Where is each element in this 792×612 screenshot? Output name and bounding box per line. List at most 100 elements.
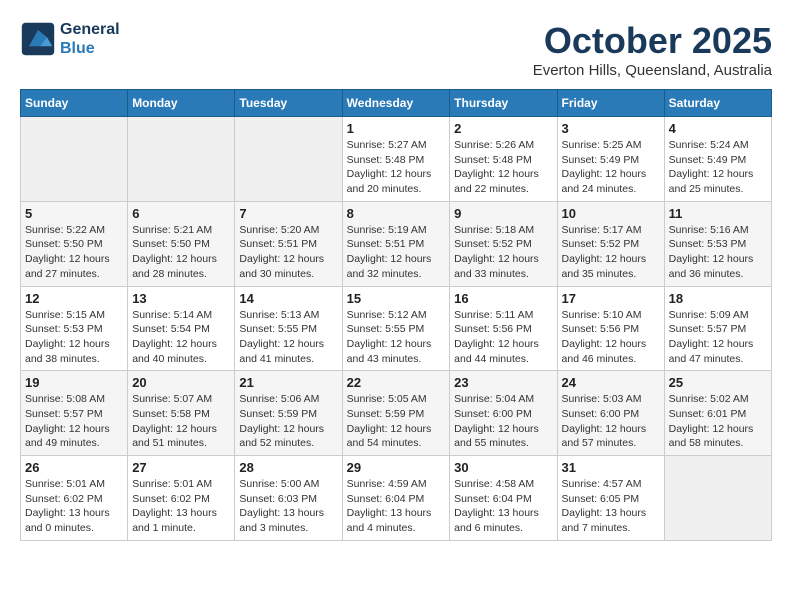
day-number: 29: [347, 460, 446, 475]
day-cell: 20 Sunrise: 5:07 AM Sunset: 5:58 PM Dayli…: [128, 371, 235, 456]
day-cell: 10Sunrise: 5:17 AM Sunset: 5:52 PM Dayli…: [557, 201, 664, 286]
header-thursday: Thursday: [450, 90, 557, 117]
day-number: 20: [132, 375, 230, 390]
day-number: 16: [454, 291, 552, 306]
day-cell: 4 Sunrise: 5:24 AM Sunset: 5:49 PM Daylig…: [664, 117, 771, 202]
day-cell: 17Sunrise: 5:10 AM Sunset: 5:56 PM Dayli…: [557, 286, 664, 371]
title-section: October 2025 Everton Hills, Queensland, …: [533, 20, 772, 79]
logo-text: General Blue: [60, 20, 120, 58]
day-number: 6: [132, 206, 230, 221]
day-number: 30: [454, 460, 552, 475]
day-info: Sunrise: 5:20 AM Sunset: 5:51 PM Dayligh…: [239, 223, 337, 282]
day-info: Sunrise: 5:01 AM Sunset: 6:02 PM Dayligh…: [25, 477, 123, 536]
day-number: 1: [347, 121, 446, 136]
week-row-3: 12 Sunrise: 5:15 AM Sunset: 5:53 PM Dayli…: [21, 286, 772, 371]
day-info: Sunrise: 5:27 AM Sunset: 5:48 PM Dayligh…: [347, 138, 446, 197]
day-number: 12: [25, 291, 123, 306]
day-number: 21: [239, 375, 337, 390]
day-cell: 25 Sunrise: 5:02 AM Sunset: 6:01 PM Dayli…: [664, 371, 771, 456]
location: Everton Hills, Queensland, Australia: [533, 62, 772, 79]
day-info: Sunrise: 5:18 AM Sunset: 5:52 PM Dayligh…: [454, 223, 552, 282]
day-info: Sunrise: 5:13 AM Sunset: 5:55 PM Dayligh…: [239, 308, 337, 367]
day-number: 7: [239, 206, 337, 221]
day-info: Sunrise: 5:00 AM Sunset: 6:03 PM Dayligh…: [239, 477, 337, 536]
day-number: 31: [562, 460, 660, 475]
day-info: Sunrise: 5:26 AM Sunset: 5:48 PM Dayligh…: [454, 138, 552, 197]
day-cell: 15 Sunrise: 5:12 AM Sunset: 5:55 PM Dayli…: [342, 286, 450, 371]
day-cell: 6 Sunrise: 5:21 AM Sunset: 5:50 PM Daylig…: [128, 201, 235, 286]
day-cell: 21 Sunrise: 5:06 AM Sunset: 5:59 PM Dayli…: [235, 371, 342, 456]
day-cell: 12 Sunrise: 5:15 AM Sunset: 5:53 PM Dayli…: [21, 286, 128, 371]
day-cell: [128, 117, 235, 202]
day-number: 13: [132, 291, 230, 306]
week-row-1: 1 Sunrise: 5:27 AM Sunset: 5:48 PM Daylig…: [21, 117, 772, 202]
day-cell: 1 Sunrise: 5:27 AM Sunset: 5:48 PM Daylig…: [342, 117, 450, 202]
day-number: 19: [25, 375, 123, 390]
day-cell: 29 Sunrise: 4:59 AM Sunset: 6:04 PM Dayli…: [342, 456, 450, 541]
day-number: 8: [347, 206, 446, 221]
day-number: 14: [239, 291, 337, 306]
day-cell: 16 Sunrise: 5:11 AM Sunset: 5:56 PM Dayli…: [450, 286, 557, 371]
day-number: 10: [562, 206, 660, 221]
days-header-row: SundayMondayTuesdayWednesdayThursdayFrid…: [21, 90, 772, 117]
day-info: Sunrise: 5:24 AM Sunset: 5:49 PM Dayligh…: [669, 138, 767, 197]
month-title: October 2025: [533, 20, 772, 62]
day-cell: [235, 117, 342, 202]
day-number: 27: [132, 460, 230, 475]
day-number: 4: [669, 121, 767, 136]
day-info: Sunrise: 5:12 AM Sunset: 5:55 PM Dayligh…: [347, 308, 446, 367]
day-cell: 28 Sunrise: 5:00 AM Sunset: 6:03 PM Dayli…: [235, 456, 342, 541]
day-info: Sunrise: 5:25 AM Sunset: 5:49 PM Dayligh…: [562, 138, 660, 197]
day-cell: 9 Sunrise: 5:18 AM Sunset: 5:52 PM Daylig…: [450, 201, 557, 286]
day-cell: 7 Sunrise: 5:20 AM Sunset: 5:51 PM Daylig…: [235, 201, 342, 286]
logo: General Blue: [20, 20, 120, 58]
day-cell: [664, 456, 771, 541]
day-number: 2: [454, 121, 552, 136]
day-info: Sunrise: 5:02 AM Sunset: 6:01 PM Dayligh…: [669, 392, 767, 451]
day-cell: 19 Sunrise: 5:08 AM Sunset: 5:57 PM Dayli…: [21, 371, 128, 456]
day-cell: 22Sunrise: 5:05 AM Sunset: 5:59 PM Dayli…: [342, 371, 450, 456]
day-info: Sunrise: 5:21 AM Sunset: 5:50 PM Dayligh…: [132, 223, 230, 282]
day-cell: 23Sunrise: 5:04 AM Sunset: 6:00 PM Dayli…: [450, 371, 557, 456]
day-info: Sunrise: 5:09 AM Sunset: 5:57 PM Dayligh…: [669, 308, 767, 367]
day-cell: 5Sunrise: 5:22 AM Sunset: 5:50 PM Daylig…: [21, 201, 128, 286]
day-number: 3: [562, 121, 660, 136]
day-info: Sunrise: 5:06 AM Sunset: 5:59 PM Dayligh…: [239, 392, 337, 451]
header-wednesday: Wednesday: [342, 90, 450, 117]
calendar-table: SundayMondayTuesdayWednesdayThursdayFrid…: [20, 89, 772, 541]
day-info: Sunrise: 5:19 AM Sunset: 5:51 PM Dayligh…: [347, 223, 446, 282]
day-cell: 31Sunrise: 4:57 AM Sunset: 6:05 PM Dayli…: [557, 456, 664, 541]
day-cell: 27 Sunrise: 5:01 AM Sunset: 6:02 PM Dayli…: [128, 456, 235, 541]
header-sunday: Sunday: [21, 90, 128, 117]
day-number: 15: [347, 291, 446, 306]
day-info: Sunrise: 4:59 AM Sunset: 6:04 PM Dayligh…: [347, 477, 446, 536]
day-number: 22: [347, 375, 446, 390]
day-cell: [21, 117, 128, 202]
day-number: 11: [669, 206, 767, 221]
day-number: 25: [669, 375, 767, 390]
day-info: Sunrise: 5:14 AM Sunset: 5:54 PM Dayligh…: [132, 308, 230, 367]
day-info: Sunrise: 5:08 AM Sunset: 5:57 PM Dayligh…: [25, 392, 123, 451]
day-info: Sunrise: 5:22 AM Sunset: 5:50 PM Dayligh…: [25, 223, 123, 282]
day-number: 28: [239, 460, 337, 475]
day-cell: 18Sunrise: 5:09 AM Sunset: 5:57 PM Dayli…: [664, 286, 771, 371]
day-info: Sunrise: 5:03 AM Sunset: 6:00 PM Dayligh…: [562, 392, 660, 451]
day-info: Sunrise: 5:15 AM Sunset: 5:53 PM Dayligh…: [25, 308, 123, 367]
day-cell: 30 Sunrise: 4:58 AM Sunset: 6:04 PM Dayli…: [450, 456, 557, 541]
header-saturday: Saturday: [664, 90, 771, 117]
day-cell: 2 Sunrise: 5:26 AM Sunset: 5:48 PM Daylig…: [450, 117, 557, 202]
header-tuesday: Tuesday: [235, 90, 342, 117]
day-info: Sunrise: 5:11 AM Sunset: 5:56 PM Dayligh…: [454, 308, 552, 367]
week-row-2: 5Sunrise: 5:22 AM Sunset: 5:50 PM Daylig…: [21, 201, 772, 286]
day-number: 24: [562, 375, 660, 390]
day-cell: 11Sunrise: 5:16 AM Sunset: 5:53 PM Dayli…: [664, 201, 771, 286]
day-number: 9: [454, 206, 552, 221]
day-info: Sunrise: 5:01 AM Sunset: 6:02 PM Dayligh…: [132, 477, 230, 536]
day-cell: 13 Sunrise: 5:14 AM Sunset: 5:54 PM Dayli…: [128, 286, 235, 371]
week-row-4: 19 Sunrise: 5:08 AM Sunset: 5:57 PM Dayli…: [21, 371, 772, 456]
header-monday: Monday: [128, 90, 235, 117]
header-friday: Friday: [557, 90, 664, 117]
day-info: Sunrise: 5:07 AM Sunset: 5:58 PM Dayligh…: [132, 392, 230, 451]
day-cell: 24 Sunrise: 5:03 AM Sunset: 6:00 PM Dayli…: [557, 371, 664, 456]
day-info: Sunrise: 4:58 AM Sunset: 6:04 PM Dayligh…: [454, 477, 552, 536]
